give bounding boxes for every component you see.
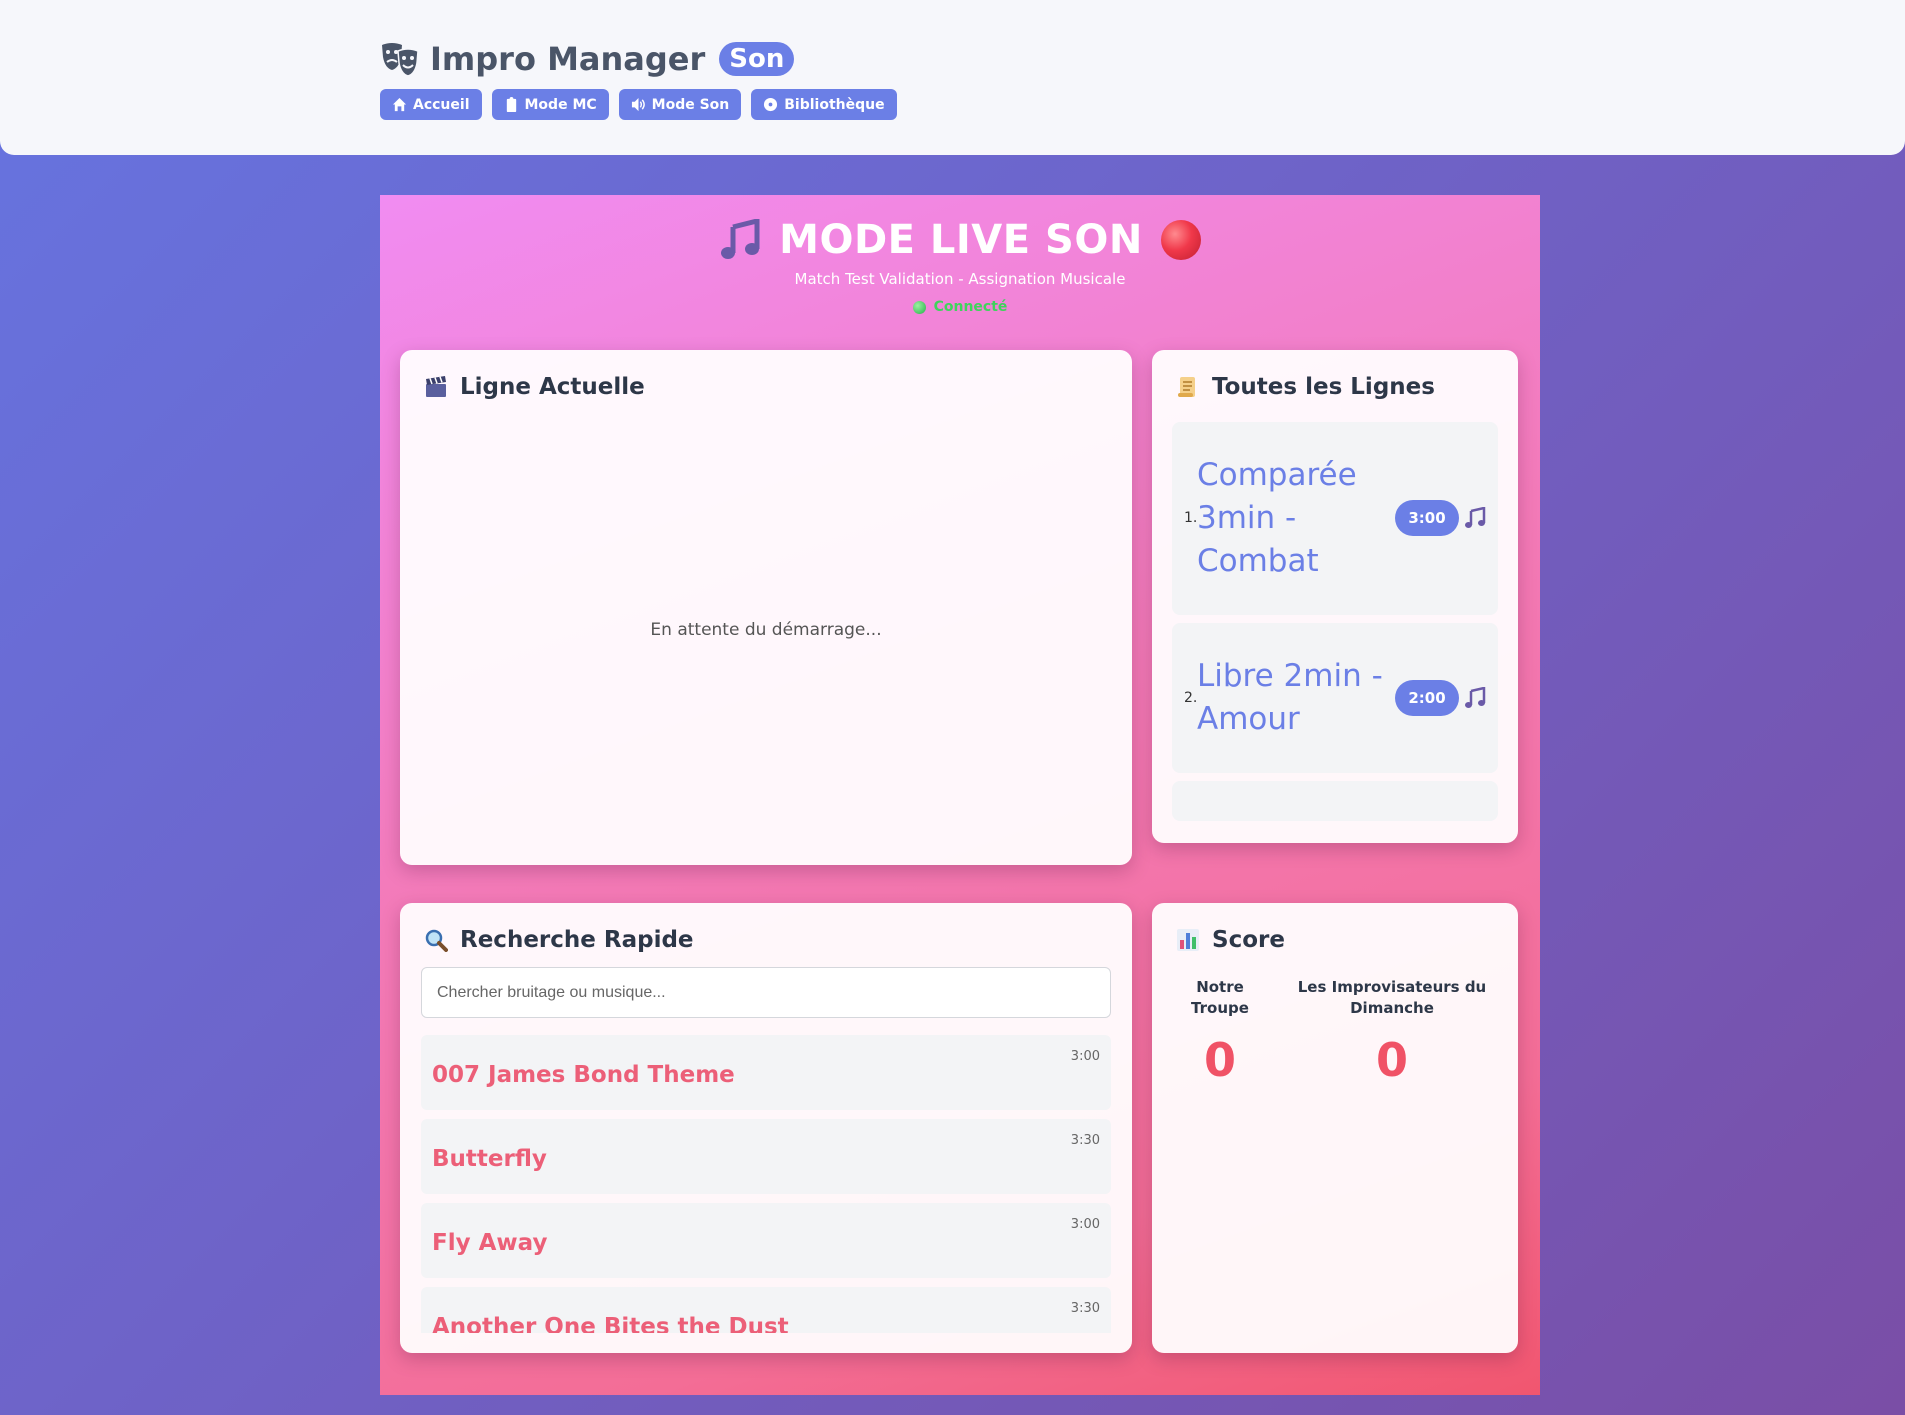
line-item[interactable]: 2. Libre 2min - Amour 2:00	[1172, 623, 1498, 773]
team-score-block: Notre Troupe 0	[1180, 977, 1260, 1087]
app-title: Impro Manager	[430, 40, 706, 78]
nav-library-button[interactable]: Bibliothèque	[751, 89, 897, 120]
nav-library-label: Bibliothèque	[784, 96, 885, 113]
result-duration: 3:00	[1070, 1217, 1100, 1232]
line-name: Libre 2min - Amour	[1197, 658, 1383, 737]
clipboard-icon	[506, 97, 516, 112]
all-lines-heading: Toutes les Lignes	[1212, 374, 1435, 400]
line-number: 1.	[1184, 510, 1198, 526]
connected-dot-icon	[912, 300, 926, 314]
score-title: Score	[1176, 927, 1285, 953]
result-duration: 3:30	[1070, 1133, 1100, 1148]
team-score: 0	[1203, 1033, 1236, 1087]
team-name: Notre Troupe	[1191, 978, 1249, 1017]
nav-son-label: Mode Son	[651, 96, 730, 113]
nav-mc-label: Mode MC	[524, 96, 597, 113]
line-item-placeholder	[1172, 781, 1498, 821]
disc-icon	[764, 97, 778, 112]
bar-chart-icon	[1177, 929, 1199, 951]
result-name: Butterfly	[432, 1146, 547, 1172]
quick-search-title: Recherche Rapide	[424, 927, 694, 953]
all-lines-title: Toutes les Lignes	[1176, 374, 1435, 400]
result-duration: 3:00	[1070, 1049, 1100, 1064]
music-note-icon	[721, 219, 760, 259]
score-heading: Score	[1212, 927, 1285, 953]
current-line-title: Ligne Actuelle	[424, 374, 645, 400]
result-item[interactable]: Butterfly 3:30	[421, 1119, 1111, 1194]
nav-home-label: Accueil	[413, 96, 470, 113]
result-item[interactable]: Another One Bites the Dust 3:30	[421, 1287, 1111, 1333]
line-name: Comparée 3min - Combat	[1197, 457, 1357, 579]
scroll-icon	[1178, 377, 1195, 397]
brand: Impro Manager Son	[380, 36, 795, 82]
mode-badge: Son	[719, 42, 795, 76]
live-title: MODE LIVE SON	[779, 217, 1143, 263]
result-item[interactable]: 007 James Bond Theme 3:00	[421, 1035, 1111, 1110]
top-header: Impro Manager Son Accueil Mode MC Mode S…	[0, 0, 1905, 155]
nav-home-button[interactable]: Accueil	[380, 89, 482, 120]
connection-status: Connecté	[380, 299, 1540, 315]
live-subtitle: Match Test Validation - Assignation Musi…	[794, 270, 1126, 288]
connection-label: Connecté	[933, 299, 1008, 315]
recording-dot-icon	[1160, 220, 1201, 260]
result-name: 007 James Bond Theme	[432, 1062, 735, 1088]
search-results[interactable]: 007 James Bond Theme 3:00 Butterfly 3:30…	[421, 1035, 1111, 1333]
result-duration: 3:30	[1070, 1301, 1100, 1316]
theater-masks-icon	[382, 43, 419, 77]
duration-badge: 2:00	[1395, 680, 1459, 716]
quick-search-heading: Recherche Rapide	[460, 927, 694, 953]
music-note-icon[interactable]	[1464, 687, 1486, 709]
current-line-heading: Ligne Actuelle	[460, 374, 645, 400]
result-item[interactable]: Fly Away 3:00	[421, 1203, 1111, 1278]
music-note-icon[interactable]	[1464, 507, 1486, 529]
nav-son-button[interactable]: Mode Son	[618, 89, 742, 120]
live-stage: MODE LIVE SON Match Test Validation - As…	[380, 195, 1540, 1395]
line-number: 2.	[1184, 690, 1198, 706]
current-line-card: Ligne Actuelle En attente du démarrage..…	[400, 350, 1132, 865]
result-name: Fly Away	[432, 1230, 548, 1256]
home-icon	[392, 97, 407, 112]
score-card: Score Notre Troupe 0 Les Improvisateurs …	[1152, 903, 1518, 1353]
team-name: Les Improvisateurs du Dimanche	[1297, 978, 1487, 1017]
main-nav: Accueil Mode MC Mode Son Bibliothèque	[380, 89, 897, 120]
team-score: 0	[1375, 1033, 1408, 1087]
live-header: MODE LIVE SON	[380, 217, 1540, 263]
speaker-icon	[631, 97, 645, 112]
all-lines-card: Toutes les Lignes 1. Comparée 3min - Com…	[1152, 350, 1518, 843]
line-item[interactable]: 1. Comparée 3min - Combat 3:00	[1172, 422, 1498, 615]
clapperboard-icon	[426, 376, 446, 397]
search-input[interactable]	[421, 967, 1111, 1018]
waiting-message: En attente du démarrage...	[650, 620, 882, 640]
result-name: Another One Bites the Dust	[432, 1314, 789, 1333]
nav-mc-button[interactable]: Mode MC	[491, 89, 609, 120]
duration-badge: 3:00	[1395, 500, 1459, 536]
quick-search-card: Recherche Rapide 007 James Bond Theme 3:…	[400, 903, 1132, 1353]
magnifier-icon	[425, 929, 448, 952]
team-score-block: Les Improvisateurs du Dimanche 0	[1292, 977, 1492, 1087]
